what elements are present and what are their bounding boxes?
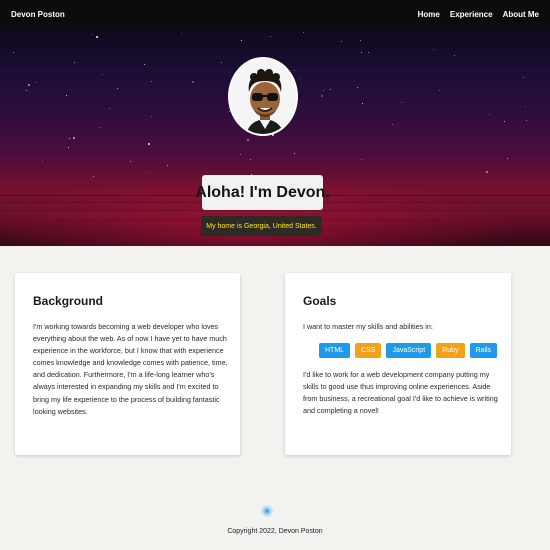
nav-link-about-me[interactable]: About Me: [503, 10, 539, 19]
star-dot: [148, 143, 150, 145]
star-dot: [294, 70, 295, 71]
star-dot: [181, 33, 182, 34]
skill-badge-css: CSS: [355, 343, 382, 358]
star-dot: [507, 158, 508, 159]
star-dot: [357, 87, 358, 88]
star-dot: [321, 95, 323, 97]
star-dot: [68, 147, 69, 148]
background-text: I'm working towards becoming a web devel…: [33, 322, 228, 416]
star-dot: [361, 159, 362, 160]
star-dot: [69, 138, 70, 139]
goals-text: I'd like to work for a web development c…: [303, 370, 498, 416]
star-dot: [294, 153, 295, 154]
hero-subtitle: My home is Georgia, United States.: [201, 216, 322, 236]
star-dot: [241, 40, 242, 41]
bitmoji-avatar-icon: [230, 59, 296, 134]
nav-link-home[interactable]: Home: [418, 10, 440, 19]
star-dot: [151, 116, 152, 117]
star-dot: [13, 52, 14, 53]
star-dot: [392, 124, 393, 125]
star-dot: [93, 176, 94, 177]
navbar: Devon Poston Home Experience About Me: [0, 0, 550, 29]
star-dot: [341, 41, 342, 42]
star-dot: [361, 52, 362, 53]
star-dot: [270, 36, 271, 37]
star-dot: [240, 154, 241, 155]
star-dot: [73, 137, 75, 139]
star-dot: [489, 114, 490, 115]
skill-badge-javascript: JavaScript: [386, 343, 432, 358]
star-dot: [151, 81, 152, 82]
star-dot: [362, 103, 363, 104]
nav-link-experience[interactable]: Experience: [450, 10, 493, 19]
star-dot: [368, 52, 369, 53]
star-dot: [109, 108, 110, 109]
brand-link[interactable]: Devon Poston: [11, 10, 65, 19]
star-dot: [504, 121, 505, 122]
goals-intro: I want to master my skills and abilities…: [303, 322, 433, 331]
star-dot: [323, 90, 324, 91]
star-dot: [439, 90, 440, 91]
skill-badge-html: HTML: [319, 343, 351, 358]
star-dot: [525, 106, 526, 107]
star-dot: [454, 55, 455, 56]
skill-badge-rails: Rails: [469, 343, 498, 358]
star-dot: [299, 78, 300, 79]
star-dot: [102, 74, 103, 75]
star-dot: [66, 95, 67, 96]
star-dot: [74, 62, 75, 63]
background-card: Background I'm working towards becoming …: [15, 273, 240, 455]
nav-links: Home Experience About Me: [418, 10, 539, 19]
star-dot: [28, 84, 30, 86]
skill-badge-ruby: Ruby: [436, 343, 465, 358]
star-dot: [523, 77, 524, 78]
star-dot: [130, 161, 131, 162]
avatar: [228, 57, 298, 136]
copyright-text: Copyright 2022, Devon Poston: [227, 528, 323, 535]
star-dot: [146, 172, 147, 173]
star-dot: [144, 64, 145, 65]
hero-title: Aloha! I'm Devon.: [195, 175, 330, 210]
circle-logo-icon: [261, 505, 273, 517]
hero-banner: Aloha! I'm Devon. My home is Georgia, Un…: [0, 29, 550, 246]
star-dot: [330, 89, 331, 90]
star-dot: [526, 120, 527, 121]
goals-card: Goals I want to master my skills and abi…: [285, 273, 511, 455]
star-dot: [401, 102, 402, 103]
star-dot: [250, 159, 251, 160]
star-dot: [303, 32, 304, 33]
skill-badges: HTML CSS JavaScript Ruby Rails: [319, 343, 498, 358]
star-dot: [26, 90, 27, 91]
goals-title: Goals: [303, 294, 337, 308]
star-dot: [96, 36, 98, 38]
star-dot: [433, 49, 434, 50]
star-dot: [486, 171, 488, 173]
star-dot: [35, 82, 36, 83]
star-dot: [42, 161, 43, 162]
background-title: Background: [33, 294, 104, 308]
star-dot: [100, 127, 101, 128]
star-dot: [360, 40, 361, 41]
star-dot: [167, 165, 168, 166]
horizon-line: [0, 210, 550, 211]
star-dot: [247, 139, 249, 141]
star-dot: [221, 62, 222, 63]
star-dot: [192, 81, 194, 83]
star-dot: [92, 34, 93, 35]
star-dot: [117, 88, 118, 89]
